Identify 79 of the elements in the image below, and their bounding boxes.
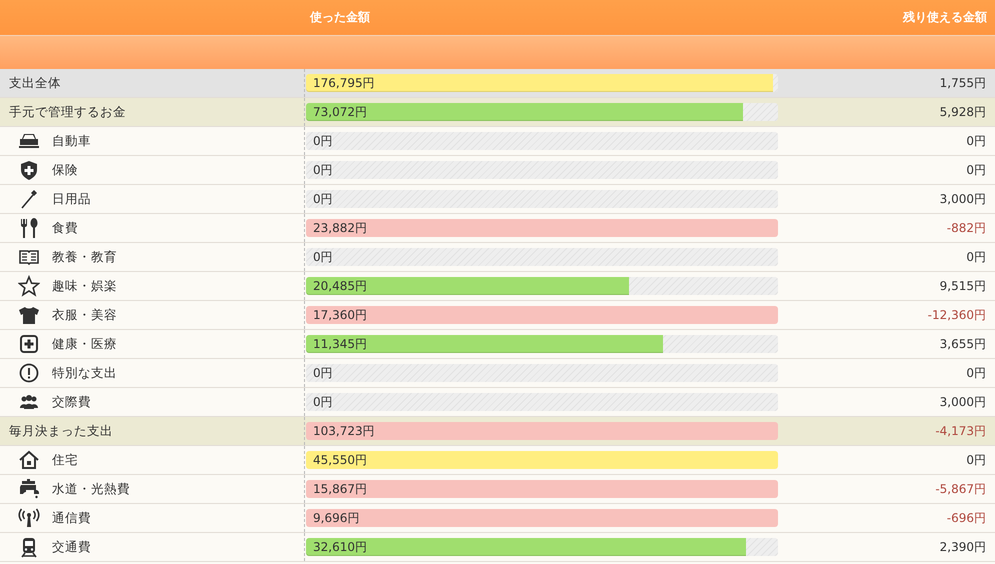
category-label: 通信費	[52, 510, 91, 526]
remaining-amount: 0円	[965, 162, 987, 178]
remaining-amount: 3,655円	[938, 336, 987, 352]
faucet-icon	[18, 478, 40, 500]
remaining-amount: 0円	[965, 132, 987, 150]
spent-amount: 32,610円	[312, 539, 368, 556]
category-label: 交通費	[52, 538, 91, 556]
category-row[interactable]: 自動車 0円 0円	[0, 127, 995, 156]
category-label: 水道・光熱費	[52, 480, 130, 498]
remaining-amount: 9,515円	[938, 278, 987, 294]
category-label: 住宅	[52, 452, 78, 468]
category-row[interactable]: 教養・教育 0円 0円	[0, 243, 995, 272]
spent-amount: 17,360円	[312, 307, 368, 324]
spent-amount: 0円	[312, 133, 334, 150]
spent-amount: 23,882円	[312, 220, 368, 237]
spent-amount: 15,867円	[312, 481, 368, 498]
remaining-amount: 5,928円	[938, 104, 987, 120]
category-row[interactable]: 通信費 9,696円 -696円	[0, 504, 995, 533]
total-row[interactable]: 支出全体 176,795円 1,755円	[0, 69, 995, 98]
star-icon	[18, 275, 40, 297]
category-row[interactable]: 交通費 32,610円 2,390円	[0, 533, 995, 562]
spent-amount: 0円	[312, 191, 334, 208]
spent-amount: 20,485円	[312, 278, 368, 295]
category-row[interactable]: 交際費 0円 3,000円	[0, 388, 995, 417]
group-row[interactable]: 手元で管理するお金 73,072円 5,928円	[0, 98, 995, 127]
spent-amount: 176,795円	[312, 75, 376, 92]
category-label: 毎月決まった支出	[9, 422, 113, 440]
shield-plus-icon	[18, 159, 40, 181]
remaining-amount: 3,000円	[938, 394, 987, 410]
category-row[interactable]: 食費 23,882円 -882円	[0, 214, 995, 243]
spent-amount: 73,072円	[312, 104, 368, 121]
category-row[interactable]: 特別な支出 0円 0円	[0, 359, 995, 388]
remaining-amount: 3,000円	[938, 190, 987, 208]
category-row[interactable]: 水道・光熱費 15,867円 -5,867円	[0, 475, 995, 504]
category-row[interactable]: 健康・医療 11,345円 3,655円	[0, 330, 995, 359]
category-label: 趣味・娯楽	[52, 278, 117, 294]
remaining-amount: 2,390円	[938, 538, 987, 556]
category-label: 日用品	[52, 190, 91, 208]
category-label: 健康・医療	[52, 336, 117, 352]
column-header: 残り使える金額	[902, 9, 988, 26]
exclamation-icon	[18, 362, 40, 384]
category-row[interactable]: 保険 0円 0円	[0, 156, 995, 185]
shirt-icon	[18, 304, 40, 326]
column-header: 使った金額	[308, 9, 371, 26]
category-label: 交際費	[52, 394, 91, 410]
fork-spoon-icon	[18, 217, 40, 239]
spent-amount: 0円	[312, 365, 334, 382]
group-row[interactable]: 毎月決まった支出 103,723円 -4,173円	[0, 417, 995, 446]
remaining-amount: 0円	[965, 452, 987, 468]
category-row[interactable]: 衣服・美容 17,360円 -12,360円	[0, 301, 995, 330]
spent-amount: 103,723円	[312, 423, 376, 440]
category-row[interactable]: 趣味・娯楽 20,485円 9,515円	[0, 272, 995, 301]
remaining-amount: -882円	[946, 220, 987, 236]
spent-amount: 0円	[312, 162, 334, 179]
remaining-amount: 1,755円	[938, 74, 987, 92]
medical-plus-icon	[18, 333, 40, 355]
spent-amount: 0円	[312, 249, 334, 266]
category-label: 食費	[52, 220, 78, 236]
spent-amount: 11,345円	[312, 336, 368, 353]
spent-amount: 0円	[312, 394, 334, 411]
remaining-amount: 0円	[965, 364, 987, 382]
remaining-amount: 0円	[965, 248, 987, 266]
category-label: 衣服・美容	[52, 306, 117, 324]
category-label: 特別な支出	[52, 364, 117, 382]
antenna-icon	[18, 507, 40, 529]
category-label: 支出全体	[9, 74, 61, 92]
remaining-amount: -4,173円	[934, 422, 987, 440]
remaining-amount: -5,867円	[934, 480, 987, 498]
category-label: 教養・教育	[52, 248, 117, 266]
house-icon	[18, 449, 40, 471]
remaining-amount: -696円	[946, 510, 987, 526]
category-label: 保険	[52, 162, 78, 178]
remaining-amount: -12,360円	[926, 306, 987, 324]
category-label: 自動車	[52, 132, 91, 150]
spent-amount: 9,696円	[312, 510, 360, 527]
category-label: 手元で管理するお金	[9, 104, 126, 120]
spent-amount: 45,550円	[312, 452, 368, 469]
category-row[interactable]: 日用品 0円 3,000円	[0, 185, 995, 214]
category-row[interactable]: 住宅 45,550円 0円	[0, 446, 995, 475]
